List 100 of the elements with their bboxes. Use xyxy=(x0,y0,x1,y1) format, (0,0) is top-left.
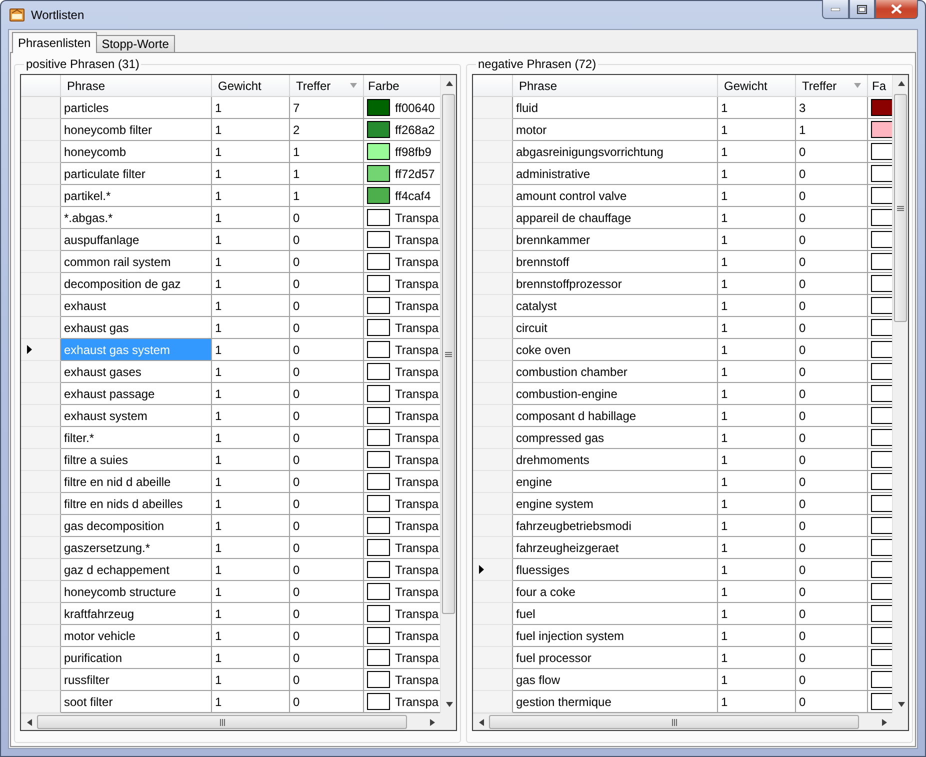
table-cell[interactable]: filtre en nid d abeille xyxy=(61,471,212,493)
scrollbar-thumb[interactable] xyxy=(37,715,407,729)
table-cell[interactable]: honeycomb filter xyxy=(61,119,212,141)
table-cell: ff98fb9 xyxy=(395,144,432,158)
table-cell[interactable]: gestion thermique xyxy=(513,691,718,713)
table-cell[interactable]: kraftfahrzeug xyxy=(61,603,212,625)
close-button[interactable] xyxy=(875,0,918,19)
table-cell[interactable]: circuit xyxy=(513,317,718,339)
table-cell[interactable]: particles xyxy=(61,97,212,119)
scrollbar-thumb[interactable] xyxy=(894,94,907,322)
table-cell: 1 xyxy=(718,295,796,317)
table-cell[interactable]: particulate filter xyxy=(61,163,212,185)
table-cell[interactable]: exhaust xyxy=(61,295,212,317)
table-cell[interactable]: exhaust gases xyxy=(61,361,212,383)
table-cell[interactable]: purification xyxy=(61,647,212,669)
table-cell: 1 xyxy=(290,185,364,207)
table-cell: Transpa xyxy=(395,584,439,598)
maximize-button[interactable] xyxy=(849,0,875,19)
table-cell: 0 xyxy=(290,361,364,383)
table-cell: 0 xyxy=(796,229,868,251)
table-cell[interactable]: combustion chamber xyxy=(513,361,718,383)
vertical-scrollbar[interactable] xyxy=(440,75,456,713)
table-cell[interactable]: fahrzeugbetriebsmodi xyxy=(513,515,718,537)
table-cell[interactable]: combustion-engine xyxy=(513,383,718,405)
row-header[interactable] xyxy=(473,559,513,581)
table-cell[interactable]: catalyst xyxy=(513,295,718,317)
table-cell[interactable]: coke oven xyxy=(513,339,718,361)
table-cell[interactable]: filtre a suies xyxy=(61,449,212,471)
table-cell[interactable]: four a coke xyxy=(513,581,718,603)
tab[interactable]: Stopp-Worte xyxy=(96,35,175,53)
table-cell[interactable]: exhaust gas xyxy=(61,317,212,339)
row-header[interactable] xyxy=(21,339,61,361)
table-cell[interactable]: fuel injection system xyxy=(513,625,718,647)
column-header[interactable]: Gewicht xyxy=(212,75,290,97)
table-cell: 1 xyxy=(212,361,290,383)
table-cell[interactable]: engine system xyxy=(513,493,718,515)
table-cell[interactable]: common rail system xyxy=(61,251,212,273)
table-cell[interactable]: brennkammer xyxy=(513,229,718,251)
grip-icon xyxy=(897,204,904,212)
table-cell[interactable]: abgasreinigungsvorrichtung xyxy=(513,141,718,163)
scrollbar-thumb[interactable] xyxy=(442,94,455,614)
table-cell[interactable]: drehmoments xyxy=(513,449,718,471)
table-cell[interactable]: *.abgas.* xyxy=(61,207,212,229)
column-header[interactable]: Treffer xyxy=(796,75,868,97)
table-cell: 0 xyxy=(796,515,868,537)
table-cell[interactable]: compressed gas xyxy=(513,427,718,449)
table-cell[interactable]: gas decomposition xyxy=(61,515,212,537)
table-cell: 0 xyxy=(796,361,868,383)
table-cell: 1 xyxy=(718,119,796,141)
column-header[interactable]: Phrase xyxy=(513,75,718,97)
table-cell[interactable]: filter.* xyxy=(61,427,212,449)
table-cell: Transpa xyxy=(395,606,439,620)
table-cell[interactable]: auspuffanlage xyxy=(61,229,212,251)
table-cell[interactable]: brennstoffprozessor xyxy=(513,273,718,295)
table-cell[interactable]: fahrzeugheizgeraet xyxy=(513,537,718,559)
table-cell[interactable]: brennstoff xyxy=(513,251,718,273)
table-cell[interactable]: russfilter xyxy=(61,669,212,691)
table-cell[interactable]: motor xyxy=(513,119,718,141)
column-header[interactable]: Phrase xyxy=(61,75,212,97)
table-cell[interactable]: gas flow xyxy=(513,669,718,691)
column-header[interactable]: Gewicht xyxy=(718,75,796,97)
table-cell[interactable]: amount control valve xyxy=(513,185,718,207)
table-cell: 0 xyxy=(290,669,364,691)
table-cell[interactable]: motor vehicle xyxy=(61,625,212,647)
table-cell: 0 xyxy=(290,251,364,273)
table-cell[interactable]: fluessiges xyxy=(513,559,718,581)
table-cell[interactable]: administrative xyxy=(513,163,718,185)
table-cell: Transpa xyxy=(395,430,439,444)
table-cell[interactable]: fuel processor xyxy=(513,647,718,669)
table-cell[interactable]: honeycomb xyxy=(61,141,212,163)
table-cell: Transpa xyxy=(395,320,439,334)
table-cell[interactable]: decomposition de gaz xyxy=(61,273,212,295)
table-cell[interactable]: fluid xyxy=(513,97,718,119)
column-header[interactable]: Treffer xyxy=(290,75,364,97)
scrollbar-thumb[interactable] xyxy=(489,715,859,729)
table-cell: Transpa xyxy=(395,562,439,576)
tab[interactable]: Phrasenlisten xyxy=(12,32,97,53)
table-cell: 0 xyxy=(290,691,364,713)
table-cell: Transpa xyxy=(395,298,439,312)
table-cell[interactable]: gaz d echappement xyxy=(61,559,212,581)
table-cell[interactable]: honeycomb structure xyxy=(61,581,212,603)
table-cell: 1 xyxy=(212,141,290,163)
table-cell[interactable]: partikel.* xyxy=(61,185,212,207)
table-cell: 1 xyxy=(718,537,796,559)
table-cell[interactable]: gaszersetzung.* xyxy=(61,537,212,559)
table-cell[interactable]: fuel xyxy=(513,603,718,625)
table-cell[interactable]: engine xyxy=(513,471,718,493)
table-cell[interactable]: filtre en nids d abeilles xyxy=(61,493,212,515)
table-cell[interactable]: composant d habillage xyxy=(513,405,718,427)
table-cell[interactable]: soot filter xyxy=(61,691,212,713)
header-corner xyxy=(473,75,513,97)
minimize-button[interactable] xyxy=(822,0,849,19)
horizontal-scrollbar[interactable] xyxy=(21,713,440,730)
table-cell: 1 xyxy=(212,405,290,427)
table-cell[interactable]: appareil de chauffage xyxy=(513,207,718,229)
horizontal-scrollbar[interactable] xyxy=(473,713,892,730)
table-cell[interactable]: exhaust system xyxy=(61,405,212,427)
table-cell[interactable]: exhaust passage xyxy=(61,383,212,405)
table-cell: 1 xyxy=(718,251,796,273)
vertical-scrollbar[interactable] xyxy=(892,75,908,713)
